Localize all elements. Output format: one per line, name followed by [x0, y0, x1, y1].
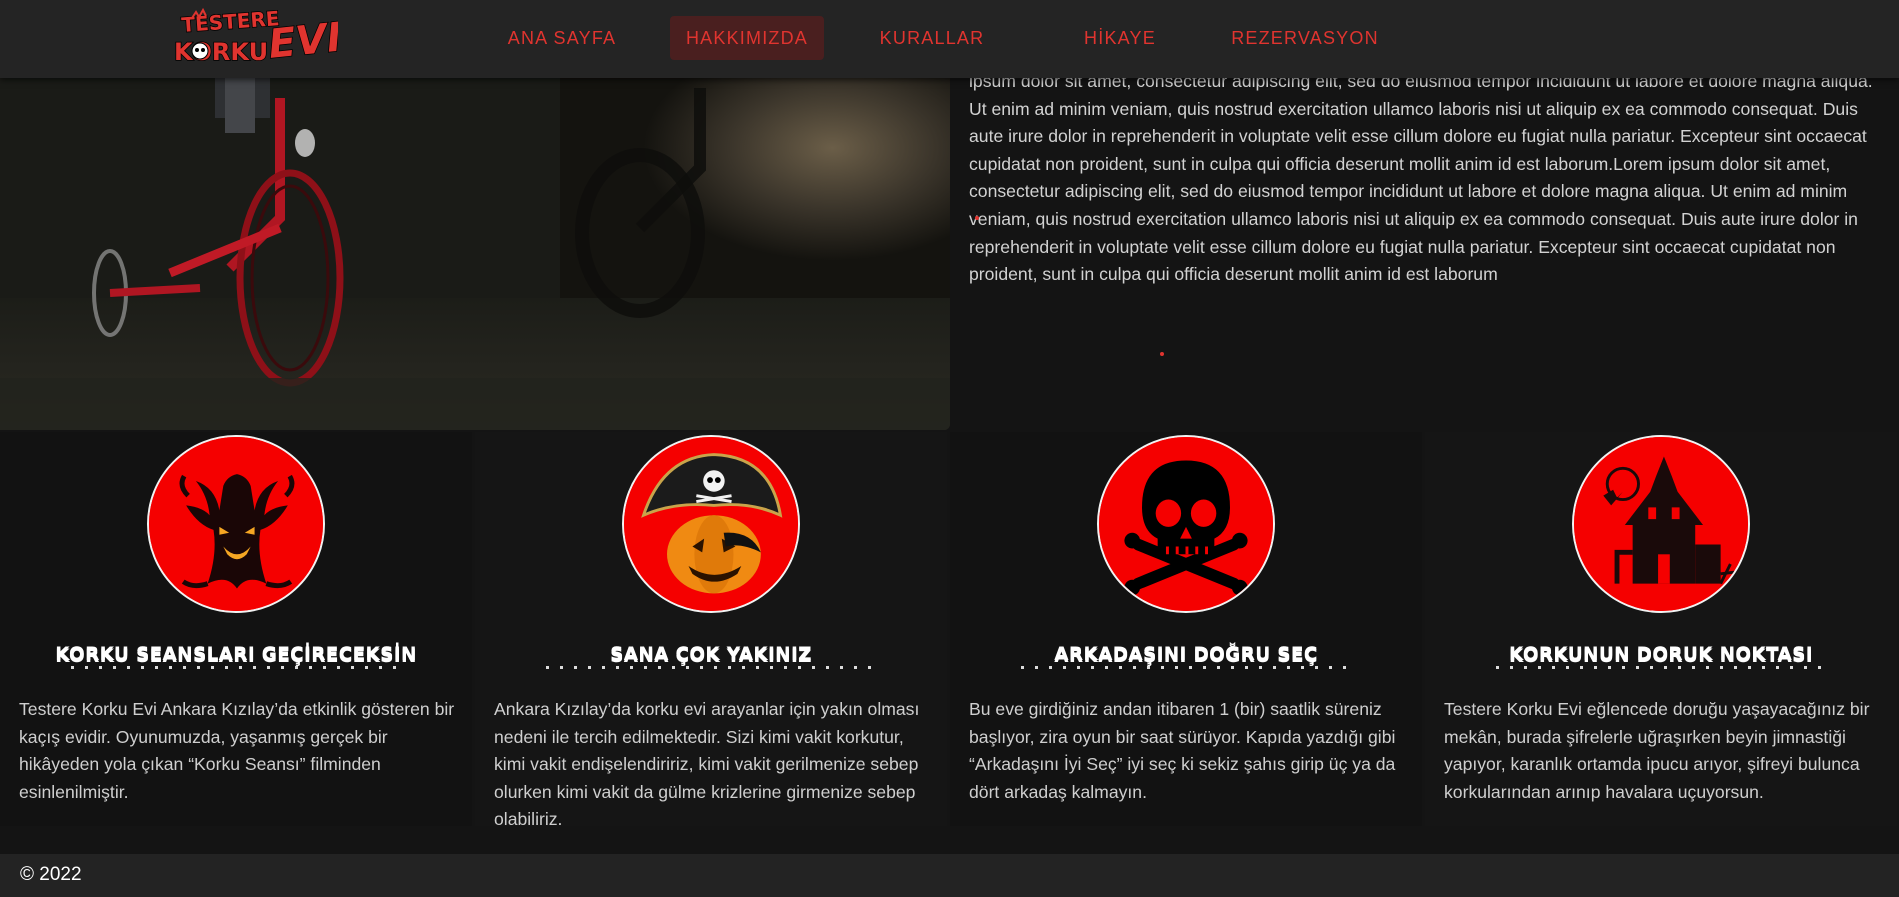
feature-text: Bu eve girdiğiniz andan itibaren 1 (bir)… [969, 699, 1396, 802]
top-navbar: TESTERE KORKU EVI ANA SAYFA HAKKIMIZDA K… [0, 0, 1899, 78]
red-dot [1160, 352, 1164, 356]
hero-image [0, 78, 950, 430]
nav-about[interactable]: HAKKIMIZDA [670, 16, 824, 60]
feature-title: KORKUNUN DORUK NOKTASI [1425, 644, 1897, 669]
feature-card-scare-sessions: KORKU SEANSLARI GEÇİRECEKSİN Testere Kor… [0, 432, 472, 826]
feature-text: Testere Korku Evi eğlencede doruğu yaşay… [1444, 699, 1870, 802]
site-logo[interactable]: TESTERE KORKU EVI [170, 5, 344, 70]
feature-title: ARKADAŞINI DOĞRU SEÇ [950, 644, 1422, 669]
feature-text: Ankara Kızılay’da korku evi arayanlar iç… [494, 699, 920, 830]
red-dot [975, 216, 979, 220]
nav-story[interactable]: HİKAYE [1055, 16, 1185, 60]
haunted-house-icon [1572, 435, 1750, 613]
nav-rules[interactable]: KURALLAR [865, 16, 999, 60]
feature-title: KORKU SEANSLARI GEÇİRECEKSİN [0, 644, 472, 669]
haunted-tree-icon [147, 435, 325, 613]
copyright-text: © 2022 [20, 864, 82, 885]
feature-card-choose-friend: ARKADAŞINI DOĞRU SEÇ Bu eve girdiğiniz a… [950, 432, 1422, 826]
about-lorem-text: ipsum dolor sit amet, consectetur adipis… [969, 71, 1873, 285]
skull-crossbones-icon [1097, 435, 1275, 613]
feature-title: SANA ÇOK YAKINIZ [475, 644, 947, 669]
footer: © 2022 [0, 854, 1899, 897]
nav-home[interactable]: ANA SAYFA [495, 16, 629, 60]
pirate-pumpkin-icon [622, 435, 800, 613]
svg-text:EVI: EVI [266, 15, 338, 68]
nav-reservation[interactable]: REZERVASYON [1222, 16, 1388, 60]
svg-text:KORKU: KORKU [174, 38, 268, 66]
feature-card-peak-of-fear: KORKUNUN DORUK NOKTASI Testere Korku Evi… [1425, 432, 1897, 826]
feature-text: Testere Korku Evi Ankara Kızılay’da etki… [19, 699, 455, 802]
feature-card-very-close: SANA ÇOK YAKINIZ Ankara Kızılay’da korku… [475, 432, 947, 829]
